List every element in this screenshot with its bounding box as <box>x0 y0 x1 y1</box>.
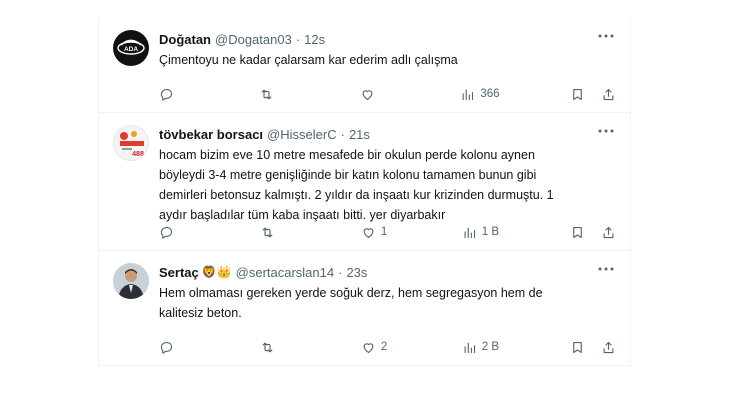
avatar[interactable] <box>113 263 149 299</box>
avatar[interactable]: ADA <box>113 30 149 66</box>
reply-button[interactable] <box>159 340 189 355</box>
more-button[interactable] <box>596 28 616 44</box>
separator-dot: · <box>295 31 301 47</box>
bookmark-icon <box>573 88 582 100</box>
retweet-button[interactable] <box>260 225 290 240</box>
heart-icon <box>362 89 373 100</box>
reply-icon <box>160 341 173 354</box>
separator-dot: · <box>340 126 345 142</box>
tweet-feed: ADA Doğatan @Dogatan03 · 12s Çimentoyu n… <box>98 18 631 366</box>
tweet-header: Sertaç 🦁👑 @sertacarslan14 · 23s <box>159 263 616 281</box>
retweet-icon <box>262 342 273 352</box>
retweet-icon <box>262 227 273 237</box>
views-icon <box>462 89 474 100</box>
share-icon <box>603 341 614 353</box>
timestamp[interactable]: 12s <box>304 32 325 47</box>
share-button[interactable] <box>601 87 616 102</box>
right-actions <box>570 225 616 240</box>
bookmark-button[interactable] <box>570 87 585 102</box>
heart-icon <box>363 227 374 238</box>
bookmark-button[interactable] <box>570 225 585 240</box>
retweet-icon <box>262 89 272 99</box>
name-emojis: 🦁👑 <box>201 265 232 279</box>
more-icon <box>598 267 614 271</box>
tweet-actions: 366 <box>159 84 616 104</box>
views-button[interactable]: 366 <box>460 87 500 102</box>
right-actions <box>570 87 616 102</box>
tweet[interactable]: ADA Doğatan @Dogatan03 · 12s Çimentoyu n… <box>99 18 630 113</box>
heart-icon <box>363 342 374 353</box>
tweet[interactable]: 488 tövbekar borsacı @HisselerC · 21s ho… <box>99 113 630 251</box>
timestamp[interactable]: 23s <box>346 265 367 280</box>
timestamp[interactable]: 21s <box>349 127 370 142</box>
like-count: 2 <box>380 341 388 353</box>
retweet-button[interactable] <box>259 87 289 102</box>
reply-icon <box>160 88 173 101</box>
reply-icon <box>160 226 173 239</box>
tweet[interactable]: Sertaç 🦁👑 @sertacarslan14 · 23s Hem olma… <box>99 251 630 366</box>
share-button[interactable] <box>601 225 616 240</box>
avatar-image <box>113 263 149 299</box>
bookmark-icon <box>573 226 582 238</box>
like-button[interactable]: 1 <box>361 225 391 240</box>
tweet-text: Çimentoyu ne kadar çalarsam kar ederim a… <box>159 53 458 67</box>
views-button[interactable]: 2 B <box>462 340 499 355</box>
tweet-header: Doğatan @Dogatan03 · 12s <box>159 30 616 48</box>
view-count: 2 B <box>481 341 500 353</box>
view-count: 1 B <box>481 226 500 238</box>
reply-button[interactable] <box>159 225 189 240</box>
more-icon <box>598 34 614 38</box>
user-handle[interactable]: @sertacarslan14 <box>236 265 334 280</box>
bookmark-button[interactable] <box>570 340 585 355</box>
tweet-text: Hem olmaması gereken yerde soğuk derz, h… <box>159 286 543 320</box>
display-name[interactable]: tövbekar borsacı <box>159 127 263 142</box>
retweet-button[interactable] <box>260 340 290 355</box>
tweet-actions: 1 1 B <box>159 222 616 242</box>
avatar-logo-text: 488 <box>132 151 144 158</box>
user-handle[interactable]: @HisselerC <box>267 127 337 142</box>
display-name[interactable]: Sertaç <box>159 265 199 280</box>
like-button[interactable]: 2 <box>361 340 391 355</box>
tweet-text: hocam bizim eve 10 metre mesafede bir ok… <box>159 148 554 222</box>
like-count: 1 <box>380 226 388 238</box>
more-button[interactable] <box>596 123 616 139</box>
more-button[interactable] <box>596 261 616 277</box>
views-button[interactable]: 1 B <box>462 225 499 240</box>
tweet-actions: 2 2 B <box>159 337 616 357</box>
bookmark-icon <box>573 341 582 353</box>
separator-dot: · <box>338 264 343 280</box>
share-icon <box>603 88 614 100</box>
views-icon <box>464 227 475 238</box>
share-icon <box>603 226 614 238</box>
tweet-header: tövbekar borsacı @HisselerC · 21s <box>159 125 616 143</box>
avatar-image: 488 <box>114 126 148 160</box>
avatar-logo-text: ADA <box>124 46 138 53</box>
reply-button[interactable] <box>159 87 189 102</box>
display-name[interactable]: Doğatan <box>159 32 211 47</box>
user-handle[interactable]: @Dogatan03 <box>215 32 292 47</box>
share-button[interactable] <box>601 340 616 355</box>
right-actions <box>570 340 616 355</box>
views-icon <box>464 342 475 353</box>
more-icon <box>598 129 614 133</box>
avatar[interactable]: 488 <box>113 125 149 161</box>
view-count: 366 <box>480 88 500 100</box>
like-button[interactable] <box>360 87 390 102</box>
ada-logo-icon: ADA <box>117 39 145 55</box>
